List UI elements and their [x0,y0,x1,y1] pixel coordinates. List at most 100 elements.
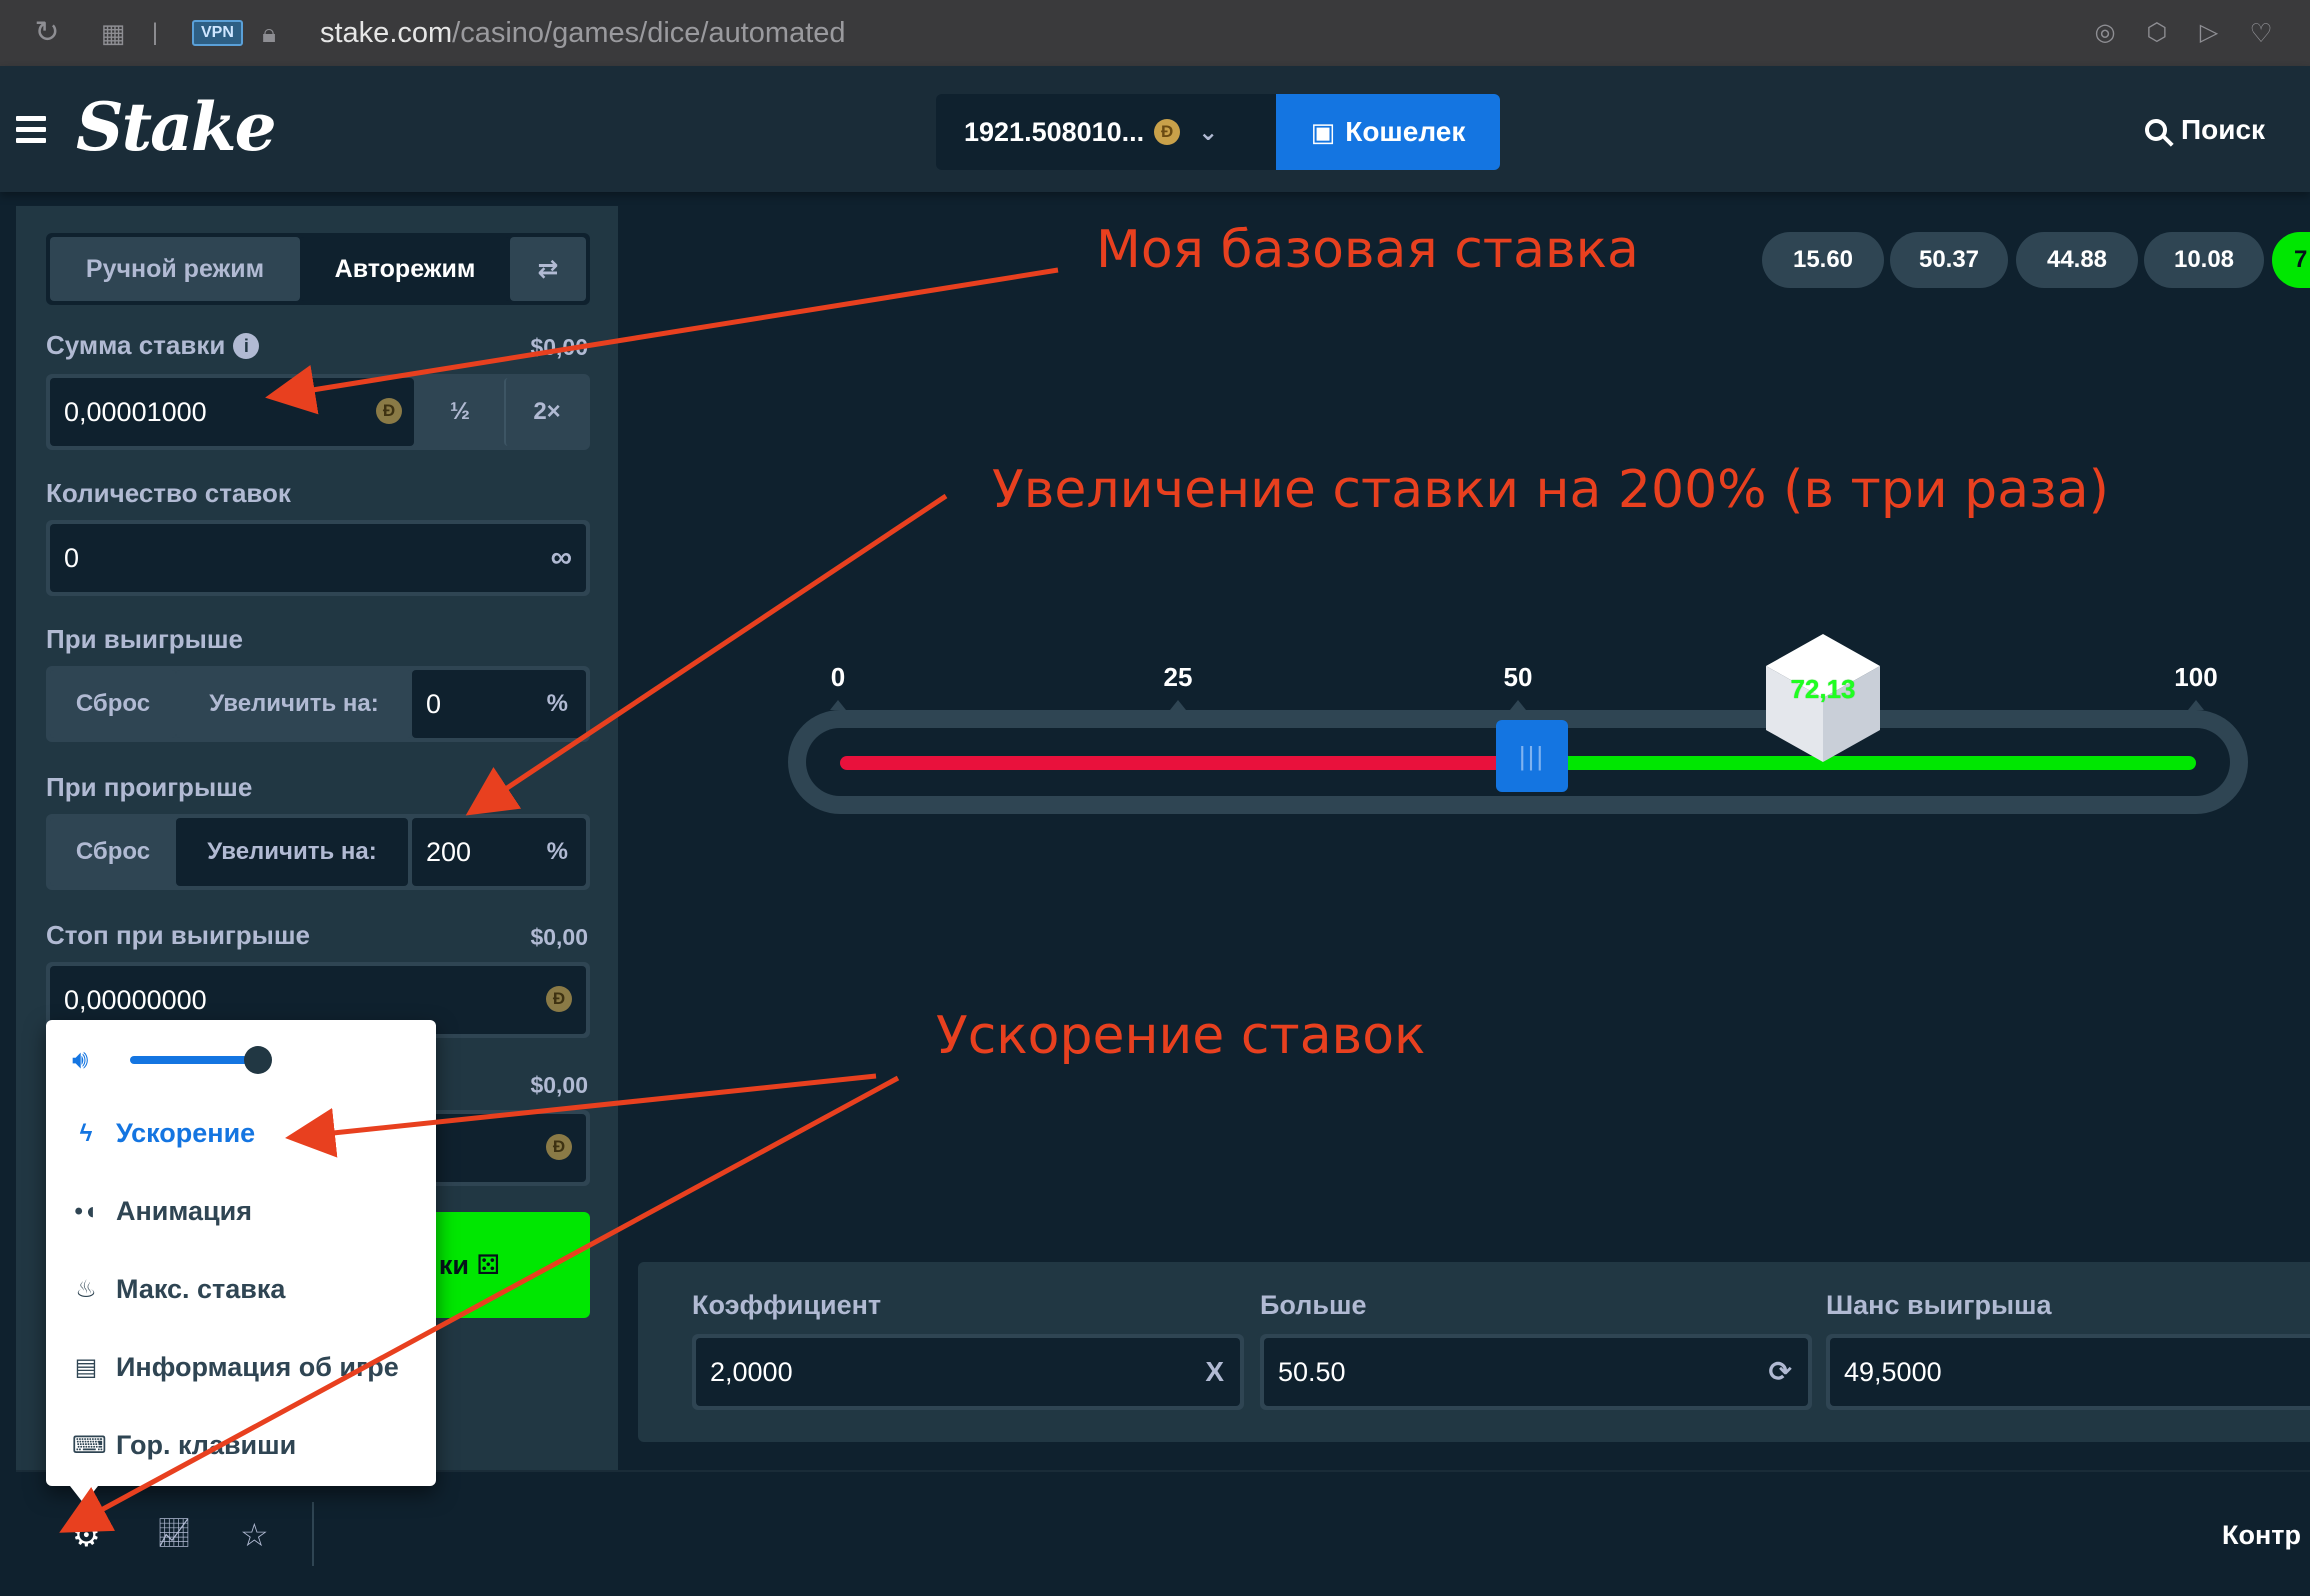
url-domain: stake.com [320,17,453,49]
num-bets-field: 0 ∞ [46,520,590,596]
shield-icon[interactable]: ⬡ [2140,16,2174,50]
menu-item-game-info[interactable]: ▤ Информация об игре [72,1352,399,1383]
mode-tabs: Ручной режим Авторежим ⇄ [46,233,590,305]
lose-range [840,756,1540,770]
info-icon[interactable]: i [233,333,260,359]
wallet-button[interactable]: ▣ Кошелек [1276,94,1500,170]
fire-icon: ♨ [75,1276,97,1303]
on-loss-field: Сброс Увеличить на: 200 % [46,814,590,890]
star-icon[interactable]: ☆ [240,1516,269,1554]
grid-icon[interactable]: ▦ [96,16,130,50]
address-bar[interactable]: stake.com/casino/games/dice/automated [320,14,846,52]
tick-label: 50 [1503,662,1533,692]
on-win-label: При выигрыше [46,624,243,654]
volume-icon[interactable]: 🔊︎ [72,1044,88,1076]
game-area: 15.60 50.37 44.88 10.08 7 0 25 50 100 ||… [618,206,2310,1470]
tick-label: 25 [1163,662,1193,692]
half-button[interactable]: ½ [418,378,502,446]
dogecoin-icon: Đ [376,398,402,424]
separator-icon: | [151,19,159,46]
stake-logo[interactable]: Stake [76,88,277,166]
balance-amount: 1921.508010... [964,116,1145,147]
tab-auto[interactable]: Авторежим [300,237,510,301]
win-chance-field: 49,5000 [1826,1334,2310,1410]
menu-item-speed[interactable]: ϟ Ускорение [72,1118,256,1149]
menu-item-max-bet[interactable]: ♨ Макс. ставка [72,1274,285,1305]
on-win-field: Сброс Увеличить на: 0 % [46,666,590,742]
balance-selector[interactable]: 1921.508010... Đ ⌄ [936,94,1276,170]
on-win-percent: % [546,690,568,717]
on-win-increase-button[interactable]: Увеличить на: [176,670,412,738]
win-chance-label: Шанс выигрыша [1826,1290,2052,1320]
bottom-bar: ⚙ 📈︎ ☆ Контр [16,1470,2310,1596]
stats-icon[interactable]: 📈︎ [156,1516,192,1549]
multiplier-input[interactable]: 2,0000 [696,1338,1240,1406]
gear-icon[interactable]: ⚙ [72,1516,101,1554]
annotation-speed: Ускорение ставок [936,1006,1426,1066]
tick-mark [830,700,846,710]
history-result[interactable]: 10.08 [2144,232,2264,288]
volume-knob[interactable] [244,1046,272,1074]
search-button[interactable]: Поиск [2145,114,2265,146]
num-bets-input[interactable]: 0 [50,524,586,592]
wallet-label: Кошелек [1345,116,1466,147]
heart-icon[interactable]: ♡ [2244,16,2278,50]
tab-manual[interactable]: Ручной режим [50,237,300,301]
menu-item-hotkeys[interactable]: ⌨ Гор. клавиши [72,1430,296,1461]
send-icon[interactable]: ▷ [2192,16,2226,50]
dice-result-value: 72,13 [1790,674,1856,704]
settings-menu: 🔊︎ ϟ Ускорение •◖ Анимация ♨ Макс. ставка ▤… [46,1020,436,1504]
scroll-icon: ▤ [74,1354,98,1381]
annotation-increase: Увеличение ставки на 200% (в три раза) [992,460,2109,520]
reload-icon[interactable]: ↻ [30,16,64,50]
on-loss-reset-button[interactable]: Сброс [50,818,176,886]
menu-icon[interactable] [16,116,46,143]
menu-item-animation[interactable]: •◖ Анимация [72,1196,252,1227]
tick-label: 100 [2174,662,2218,692]
roll-over-input[interactable]: 50.50 [1264,1338,1808,1406]
on-loss-increase-button[interactable]: Увеличить на: [176,818,408,886]
history-result[interactable]: 44.88 [2016,232,2138,288]
lightning-icon: ϟ [79,1119,93,1147]
num-bets-label: Количество ставок [46,478,291,508]
tick-label: 0 [830,662,846,692]
history-result[interactable]: 7 [2272,232,2310,288]
tick-mark [1170,700,1186,710]
tick-mark [2188,700,2204,710]
animation-icon: •◖ [74,1197,98,1225]
stop-profit-usd: $0,00 [530,924,588,950]
history-result[interactable]: 15.60 [1762,232,1884,288]
wallet-icon: ▣ [1310,116,1336,147]
vpn-badge[interactable]: VPN [192,20,243,46]
roll-over-field: 50.50 ⟳ [1260,1334,1812,1410]
keyboard-icon: ⌨ [72,1432,107,1459]
multiplier-label: Коэффициент [692,1290,882,1320]
bet-amount-input[interactable]: 0,00001000 [50,378,414,446]
infinity-icon: ∞ [550,541,572,574]
site-header: Stake 1921.508010... Đ ⌄ ▣ Кошелек Поиск [0,66,2310,192]
dice-result: 72,13 [1762,630,1884,766]
double-button[interactable]: 2× [504,378,588,446]
stats-panel: Коэффициент 2,0000 X Больше 50.50 ⟳ Шанс… [638,1262,2310,1442]
stop-profit-label: Стоп при выигрыше [46,920,310,950]
win-chance-input[interactable]: 49,5000 [1830,1338,2310,1406]
swap-icon[interactable]: ⇄ [510,237,586,301]
divider [312,1502,314,1566]
tick-mark [1510,700,1526,710]
bet-amount-label: Сумма ставки i [46,330,260,361]
dogecoin-icon: Đ [546,1134,572,1160]
dogecoin-icon: Đ [1154,119,1181,145]
bet-amount-field: 0,00001000 Đ ½ 2× [46,374,590,450]
controls-label[interactable]: Контр [2222,1520,2301,1551]
browser-toolbar: ↻ ▦ | VPN 🔒︎ stake.com/casino/games/dice… [0,0,2310,66]
roll-over-label: Больше [1260,1290,1367,1320]
multiplier-field: 2,0000 X [692,1334,1244,1410]
chevron-down-icon: ⌄ [1198,118,1219,146]
refresh-icon[interactable]: ⟳ [1769,1334,1792,1410]
dogecoin-icon: Đ [546,986,572,1012]
on-win-reset-button[interactable]: Сброс [50,670,176,738]
search-icon [2145,119,2167,141]
camera-icon[interactable]: ◎ [2088,16,2122,50]
history-result[interactable]: 50.37 [1890,232,2008,288]
slider-handle[interactable]: ||| [1496,720,1568,792]
